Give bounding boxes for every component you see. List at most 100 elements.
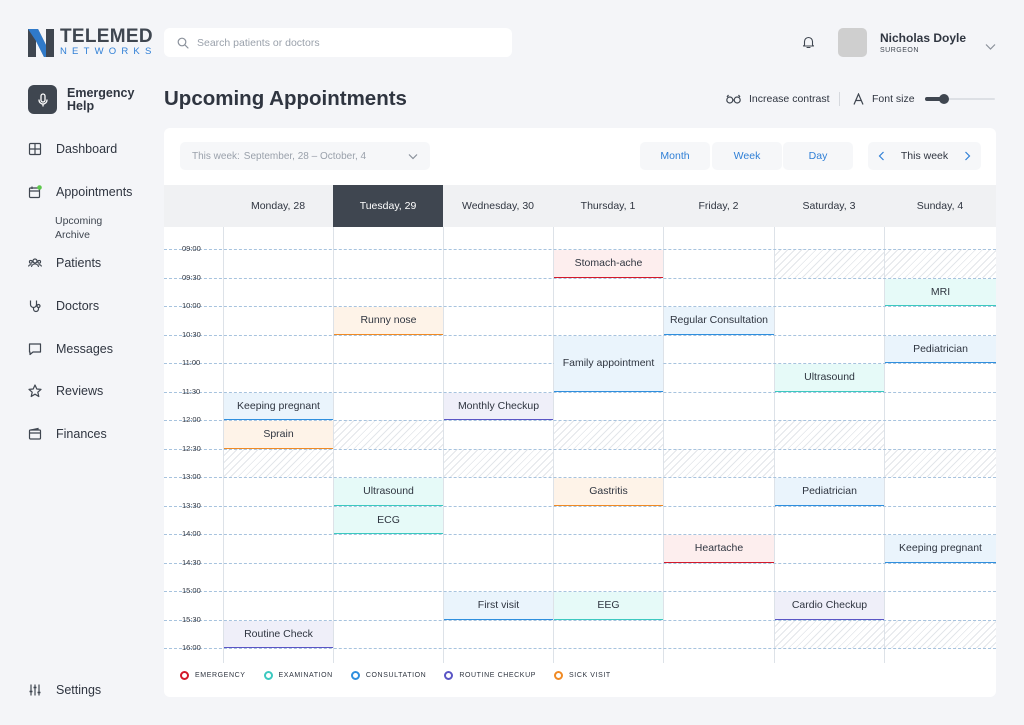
day-header[interactable]: Thursday, 1 bbox=[553, 185, 663, 227]
time-label: 09:00 bbox=[182, 244, 201, 253]
glasses-icon bbox=[726, 94, 741, 104]
appointment-consultation[interactable]: Pediatrician bbox=[885, 335, 996, 363]
sidebar-subitem-archive[interactable]: Archive bbox=[55, 228, 90, 242]
unavailable-slot bbox=[775, 619, 884, 648]
appointment-sick[interactable]: Runny nose bbox=[334, 307, 443, 335]
appointment-sick[interactable]: Sprain bbox=[224, 421, 333, 449]
appointment-examination[interactable]: EEG bbox=[554, 592, 663, 620]
day-header[interactable]: Saturday, 3 bbox=[774, 185, 884, 227]
stethoscope-icon bbox=[29, 300, 41, 313]
appointment-consultation[interactable]: Keeping pregnant bbox=[885, 535, 996, 563]
next-week-button[interactable] bbox=[964, 151, 971, 161]
appointment-examination[interactable]: ECG bbox=[334, 506, 443, 534]
legend-label: CONSULTATION bbox=[365, 672, 427, 679]
search-icon bbox=[177, 37, 189, 49]
sidebar-item-label: Settings bbox=[56, 683, 102, 697]
appointment-consultation[interactable]: Pediatrician bbox=[775, 478, 884, 506]
notifications-button[interactable] bbox=[802, 35, 815, 54]
time-gridline bbox=[164, 562, 996, 564]
time-label: 13:00 bbox=[182, 472, 201, 481]
day-header[interactable]: Wednesday, 30 bbox=[443, 185, 553, 227]
sidebar-item-label: Finances bbox=[56, 427, 107, 441]
legend-dot-icon bbox=[180, 671, 189, 680]
legend-label: EMERGENCY bbox=[195, 672, 246, 679]
sidebar-item-doctors[interactable]: Doctors bbox=[28, 299, 99, 313]
sidebar-item-messages[interactable]: Messages bbox=[28, 342, 113, 356]
appointment-routine[interactable]: Routine Check bbox=[224, 620, 333, 648]
sidebar-item-label: Reviews bbox=[56, 384, 104, 398]
legend-dot-icon bbox=[444, 671, 454, 680]
time-label: 16:00 bbox=[182, 643, 201, 652]
search-input[interactable] bbox=[197, 36, 497, 49]
sidebar-item-appointments[interactable]: Appointments bbox=[28, 185, 132, 199]
appointment-emergency[interactable]: Stomach-ache bbox=[554, 250, 663, 278]
search-bar bbox=[164, 28, 512, 57]
font-size-control: Font size bbox=[853, 93, 915, 105]
user-menu-chevron[interactable] bbox=[985, 38, 996, 56]
view-day-button[interactable]: Day bbox=[783, 142, 853, 170]
avatar[interactable] bbox=[838, 28, 867, 57]
legend-dot-icon bbox=[554, 671, 564, 680]
day-header[interactable]: Tuesday, 29 bbox=[333, 185, 443, 227]
brand-logo: TELEMED NETWORKS bbox=[28, 27, 157, 58]
legend-dot-icon bbox=[263, 671, 273, 680]
view-week-button[interactable]: Week bbox=[712, 142, 782, 170]
font-size-label: Font size bbox=[872, 93, 915, 105]
appointment-examination[interactable]: MRI bbox=[885, 278, 996, 306]
time-gridline bbox=[164, 534, 996, 535]
sidebar-item-reviews[interactable]: Reviews bbox=[28, 384, 103, 398]
appointment-examination[interactable]: Ultrasound bbox=[775, 364, 884, 392]
day-header[interactable]: Friday, 2 bbox=[663, 185, 774, 227]
unavailable-slot bbox=[885, 448, 996, 477]
time-label: 10:00 bbox=[182, 301, 201, 310]
legend-dot-icon bbox=[350, 671, 360, 680]
appointment-consultation[interactable]: Family appointment bbox=[554, 335, 663, 392]
sidebar-item-dashboard[interactable]: Dashboard bbox=[28, 142, 117, 156]
sidebar-item-label: Appointments bbox=[56, 185, 133, 199]
appointment-routine[interactable]: Cardio Checkup bbox=[775, 592, 884, 620]
font-icon bbox=[853, 93, 864, 105]
appointment-consultation[interactable]: First visit bbox=[444, 592, 553, 620]
appointment-consultation[interactable]: Regular Consultation bbox=[664, 307, 774, 335]
time-label: 10:30 bbox=[182, 329, 201, 339]
sidebar-item-settings[interactable]: Settings bbox=[28, 683, 101, 697]
increase-contrast-button[interactable]: Increase contrast bbox=[726, 93, 830, 105]
time-gridline bbox=[164, 648, 996, 649]
legend-label: ROUTINE CHECKUP bbox=[459, 672, 537, 679]
star-icon bbox=[28, 384, 42, 398]
legend-item-emergency: EMERGENCY bbox=[180, 671, 246, 680]
slider-knob[interactable] bbox=[938, 94, 949, 104]
sidebar-item-label: Patients bbox=[56, 256, 102, 270]
user-role: SURGEON bbox=[880, 47, 919, 54]
calendar-icon bbox=[28, 185, 42, 199]
sidebar-item-label: Doctors bbox=[56, 299, 100, 313]
legend-label: SICK VISIT bbox=[569, 672, 611, 679]
unavailable-slot bbox=[775, 420, 884, 449]
unavailable-slot bbox=[885, 249, 996, 278]
sidebar-item-finances[interactable]: Finances bbox=[28, 427, 107, 441]
appointment-sick[interactable]: Gastritis bbox=[554, 478, 663, 506]
emergency-help-button[interactable]: Emergency Help bbox=[28, 85, 137, 114]
week-calendar-grid: Monday, 28 Tuesday, 29 Wednesday, 30 Thursd… bbox=[164, 185, 996, 663]
time-label: 13:30 bbox=[182, 500, 201, 510]
time-gridline bbox=[164, 277, 996, 279]
sidebar-subitem-upcoming[interactable]: Upcoming bbox=[55, 214, 102, 228]
appointment-routine[interactable]: Monthly Checkup bbox=[444, 392, 553, 420]
day-header[interactable]: Sunday, 4 bbox=[884, 185, 996, 227]
time-label: 15:00 bbox=[182, 586, 201, 595]
time-label: 12:00 bbox=[182, 415, 201, 424]
sliders-icon bbox=[29, 684, 41, 696]
view-month-button[interactable]: Month bbox=[640, 142, 710, 170]
week-navigator: This week bbox=[868, 142, 981, 170]
appointment-consultation[interactable]: Keeping pregnant bbox=[224, 392, 333, 420]
sidebar-item-patients[interactable]: Patients bbox=[28, 256, 101, 270]
font-size-slider[interactable] bbox=[925, 94, 995, 104]
week-range-select[interactable]: This week: September, 28 – October, 4 bbox=[180, 142, 430, 170]
column-divider bbox=[663, 227, 664, 663]
appointment-emergency[interactable]: Heartache bbox=[664, 535, 774, 563]
sidebar-item-label: Messages bbox=[56, 342, 113, 356]
toolbar-divider bbox=[839, 92, 840, 106]
day-header[interactable]: Monday, 28 bbox=[223, 185, 333, 227]
previous-week-button[interactable] bbox=[878, 151, 885, 161]
appointment-examination[interactable]: Ultrasound bbox=[334, 478, 443, 506]
